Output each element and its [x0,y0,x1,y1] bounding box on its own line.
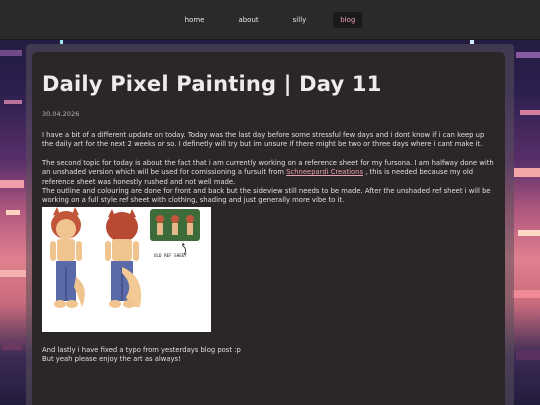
schneepardi-creations-link[interactable]: Schneepardi Creations [286,168,363,176]
reference-sheet-image[interactable]: OLD REF SHEET [42,206,211,332]
top-navigation: home about silly blog [0,0,540,40]
old-ref-sheet-caption: OLD REF SHEET [154,253,187,258]
blog-post-card: Daily Pixel Painting | Day 11 30.04.2026… [32,52,505,405]
nav-home[interactable]: home [178,12,212,28]
old-ref-sheet-thumbnail [150,208,200,256]
post-title: Daily Pixel Painting | Day 11 [42,72,382,96]
character-back-view [105,208,142,308]
character-front-view [50,206,85,308]
nav-about[interactable]: about [231,12,265,28]
nav-blog[interactable]: blog [333,11,363,28]
post-paragraph-4: And lastly i have fixed a typo from yest… [42,345,241,354]
post-paragraph-1: I have a bit of a different update on to… [42,131,485,149]
post-paragraph-5: But yeah please enjoy the art as always! [42,355,181,364]
post-paragraph-2: The second topic for today is about the … [42,159,495,187]
post-paragraph-3: The outline and colouring are done for f… [42,187,491,205]
nav-silly[interactable]: silly [286,12,314,28]
reference-sheet-drawing: OLD REF SHEET [50,206,200,308]
post-date: 30.04.2026 [42,110,80,118]
